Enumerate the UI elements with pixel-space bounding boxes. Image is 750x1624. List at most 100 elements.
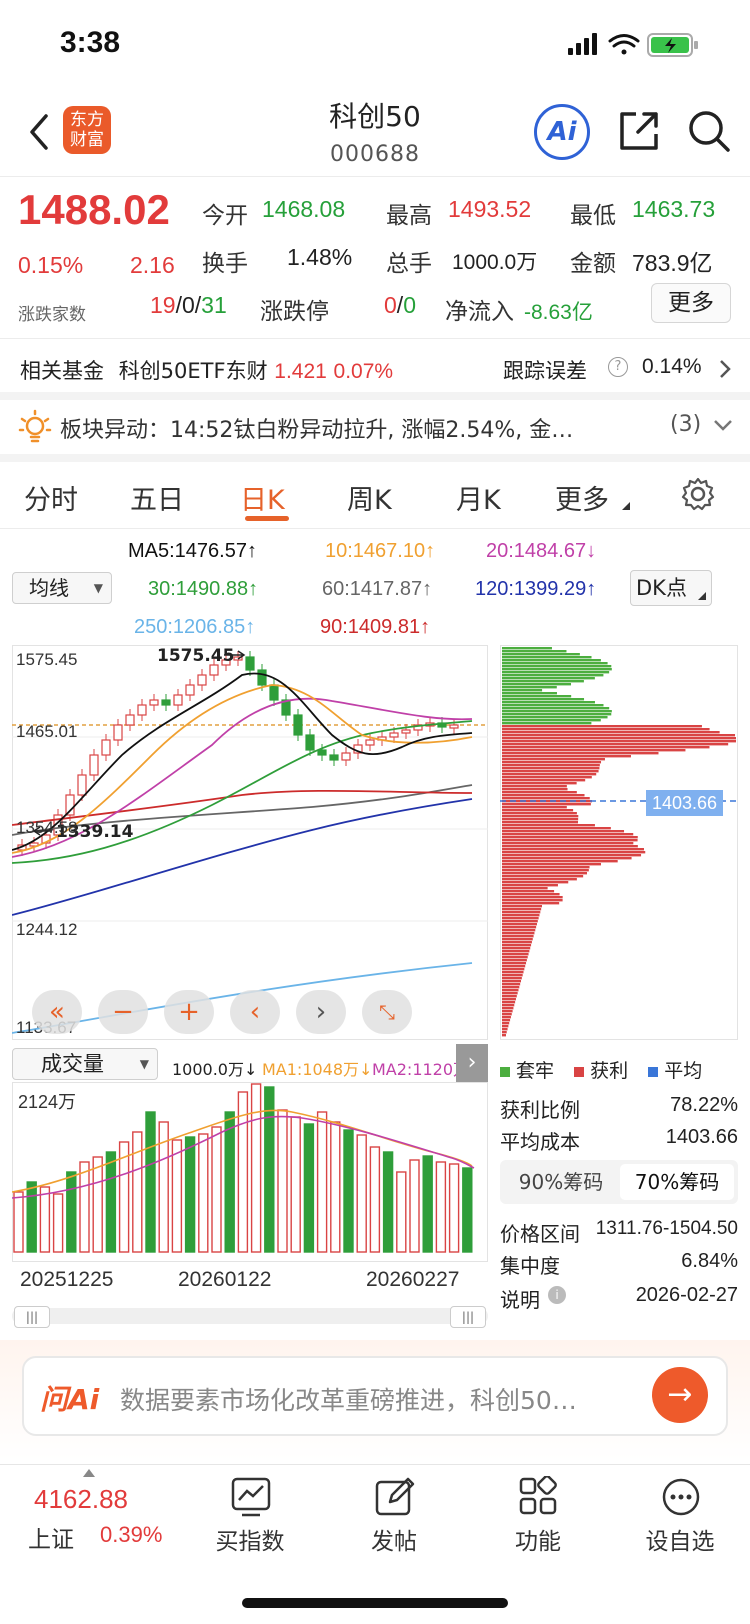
more-button[interactable]: 更多 xyxy=(651,283,731,323)
price-range-value: 1311.76-1504.50 xyxy=(595,1218,738,1239)
zoom-out-button[interactable]: − xyxy=(98,990,148,1034)
ask-ai-logo: 问Ai xyxy=(40,1383,100,1416)
pan-far-left-button[interactable]: « xyxy=(32,990,82,1034)
nav-add-watchlist[interactable]: 设自选 xyxy=(620,1522,740,1556)
nav-buy-index[interactable]: 买指数 xyxy=(190,1522,310,1556)
chevron-down-icon[interactable] xyxy=(712,418,734,432)
wifi-icon xyxy=(608,34,640,55)
netflow-label: 净流入 xyxy=(445,299,514,325)
chip-bar xyxy=(502,650,567,653)
pan-left-button[interactable]: ‹ xyxy=(230,990,280,1034)
nav-functions[interactable]: 功能 xyxy=(478,1522,598,1556)
volume-bar xyxy=(132,1131,143,1253)
chip-bar xyxy=(502,977,522,980)
candle-body xyxy=(149,699,159,706)
range-handle-right[interactable]: ||| xyxy=(450,1306,486,1328)
zoom-in-button[interactable]: + xyxy=(164,990,214,1034)
chip-bar xyxy=(502,938,533,941)
tab-monthly-k[interactable]: 月K xyxy=(456,478,501,517)
dk-point-label: DK点 xyxy=(636,576,687,600)
range-scrollbar[interactable] xyxy=(12,1308,488,1324)
tab-five-day[interactable]: 五日 xyxy=(130,478,184,517)
breadth-down: 31 xyxy=(201,292,227,318)
grid-icon xyxy=(519,1476,557,1515)
ma-selector[interactable]: 均线 ▼ xyxy=(12,572,112,604)
chip-bar xyxy=(502,857,632,860)
volume-selector-label: 成交量 xyxy=(41,1052,104,1076)
search-icon[interactable] xyxy=(686,108,734,156)
avg-cost-tag: 1403.66 xyxy=(646,790,724,816)
legend-trapped: 套牢 xyxy=(516,1060,555,1082)
turnover-label: 换手 xyxy=(202,251,248,277)
volume-bar xyxy=(264,1086,275,1253)
ask-ai-send-button[interactable]: → xyxy=(652,1367,708,1423)
date-label-3: 20260227 xyxy=(366,1268,460,1291)
tab-intraday[interactable]: 分时 xyxy=(24,478,78,517)
candle-body xyxy=(401,729,411,734)
breadth-label: 涨跌家数 xyxy=(18,305,86,325)
chip-bar xyxy=(502,917,539,920)
volume-selector[interactable]: 成交量 ▼ xyxy=(12,1048,158,1080)
info-icon[interactable]: i xyxy=(548,1286,566,1304)
ai-button[interactable]: Ai xyxy=(534,104,590,160)
chip-bar xyxy=(502,728,710,731)
range-handle-left[interactable]: ||| xyxy=(14,1306,50,1328)
chip-bar xyxy=(502,1010,513,1013)
chip-70-tab[interactable]: 70%筹码 xyxy=(620,1164,734,1200)
share-icon[interactable] xyxy=(616,108,662,154)
candle-body xyxy=(137,704,147,716)
dropdown-triangle-icon xyxy=(622,502,630,510)
tab-weekly-k[interactable]: 周K xyxy=(347,478,392,517)
chip-bar xyxy=(502,713,612,716)
gear-icon[interactable] xyxy=(680,476,716,512)
chip-bar xyxy=(502,959,527,962)
collapse-panel-button[interactable]: › xyxy=(456,1044,488,1082)
help-icon[interactable]: ? xyxy=(608,357,628,377)
volume-bar xyxy=(343,1129,354,1253)
nav-post[interactable]: 发帖 xyxy=(334,1522,454,1556)
open-label: 今开 xyxy=(202,203,248,229)
date-label-2: 20260122 xyxy=(178,1268,272,1291)
chip-bar xyxy=(502,767,600,770)
dk-point-button[interactable]: DK点 xyxy=(630,570,712,606)
volume-bar xyxy=(52,1193,64,1253)
fullscreen-button[interactable]: ⤡ xyxy=(362,990,412,1034)
chip-bar xyxy=(502,746,710,749)
chip-bar xyxy=(502,722,592,725)
chip-distribution-svg xyxy=(500,647,738,1037)
sector-alert-text[interactable]: 板块异动：14:52钛白粉异动拉升, 涨幅2.54%, 金… xyxy=(60,412,652,444)
chip-bar xyxy=(502,1013,512,1016)
chip-bar xyxy=(502,914,540,917)
turnover-value: 1.48% xyxy=(287,244,353,270)
status-icons xyxy=(568,33,698,57)
volume-bar xyxy=(145,1111,156,1253)
volume-ma1: MA1:1048万↓ xyxy=(262,1060,373,1079)
chip-bar xyxy=(502,785,567,788)
related-fund-row[interactable]: 相关基金 科创50ETF东财 1.421 0.07% xyxy=(20,355,740,385)
pan-right-button[interactable]: › xyxy=(296,990,346,1034)
active-tab-indicator xyxy=(245,516,289,521)
chip-90-tab[interactable]: 90%筹码 xyxy=(504,1164,618,1200)
chip-bar xyxy=(502,752,659,755)
chip-bar xyxy=(502,668,612,671)
volume-bar xyxy=(79,1161,90,1253)
note-date: 2026-02-27 xyxy=(635,1284,738,1306)
dropdown-triangle-icon xyxy=(698,592,706,600)
signal-icon xyxy=(568,33,597,55)
legend-swatch-profit xyxy=(574,1067,585,1077)
chip-bar xyxy=(502,860,618,863)
chip-bar xyxy=(502,908,542,911)
candle-body xyxy=(329,754,339,761)
caret-down-icon: ▼ xyxy=(93,581,103,595)
chip-legend: 套牢 获利 平均 xyxy=(500,1056,702,1083)
index-value[interactable]: 4162.88 xyxy=(34,1484,128,1515)
volume-bar xyxy=(409,1159,420,1253)
tab-more[interactable]: 更多 xyxy=(555,478,609,517)
volume-bar xyxy=(330,1121,341,1253)
chip-bar xyxy=(502,890,555,893)
tab-daily-k[interactable]: 日K xyxy=(240,478,285,517)
volume-bar xyxy=(26,1181,37,1253)
volume-bar xyxy=(211,1126,222,1253)
fund-label: 相关基金 xyxy=(20,359,104,383)
volume-bar xyxy=(303,1123,315,1253)
